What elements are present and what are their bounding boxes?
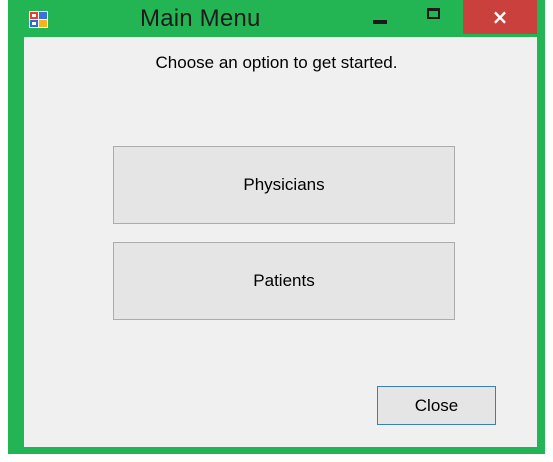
maximize-icon (427, 8, 440, 19)
close-button[interactable]: Close (377, 386, 496, 425)
maximize-button[interactable] (416, 0, 454, 33)
title-bar[interactable]: Main Menu × (8, 0, 545, 37)
minimize-icon (373, 20, 387, 24)
instruction-label: Choose an option to get started. (155, 53, 398, 72)
patients-button-label: Patients (253, 271, 315, 290)
physicians-button-label: Physicians (243, 175, 325, 194)
app-window-icon (29, 11, 48, 28)
window-title: Main Menu (140, 5, 261, 32)
window-close-button[interactable]: × (463, 0, 537, 34)
physicians-button[interactable]: Physicians (113, 146, 455, 224)
close-button-label: Close (414, 396, 459, 415)
close-icon: × (491, 5, 509, 29)
patients-button[interactable]: Patients (113, 242, 455, 320)
minimize-button[interactable] (362, 0, 400, 33)
